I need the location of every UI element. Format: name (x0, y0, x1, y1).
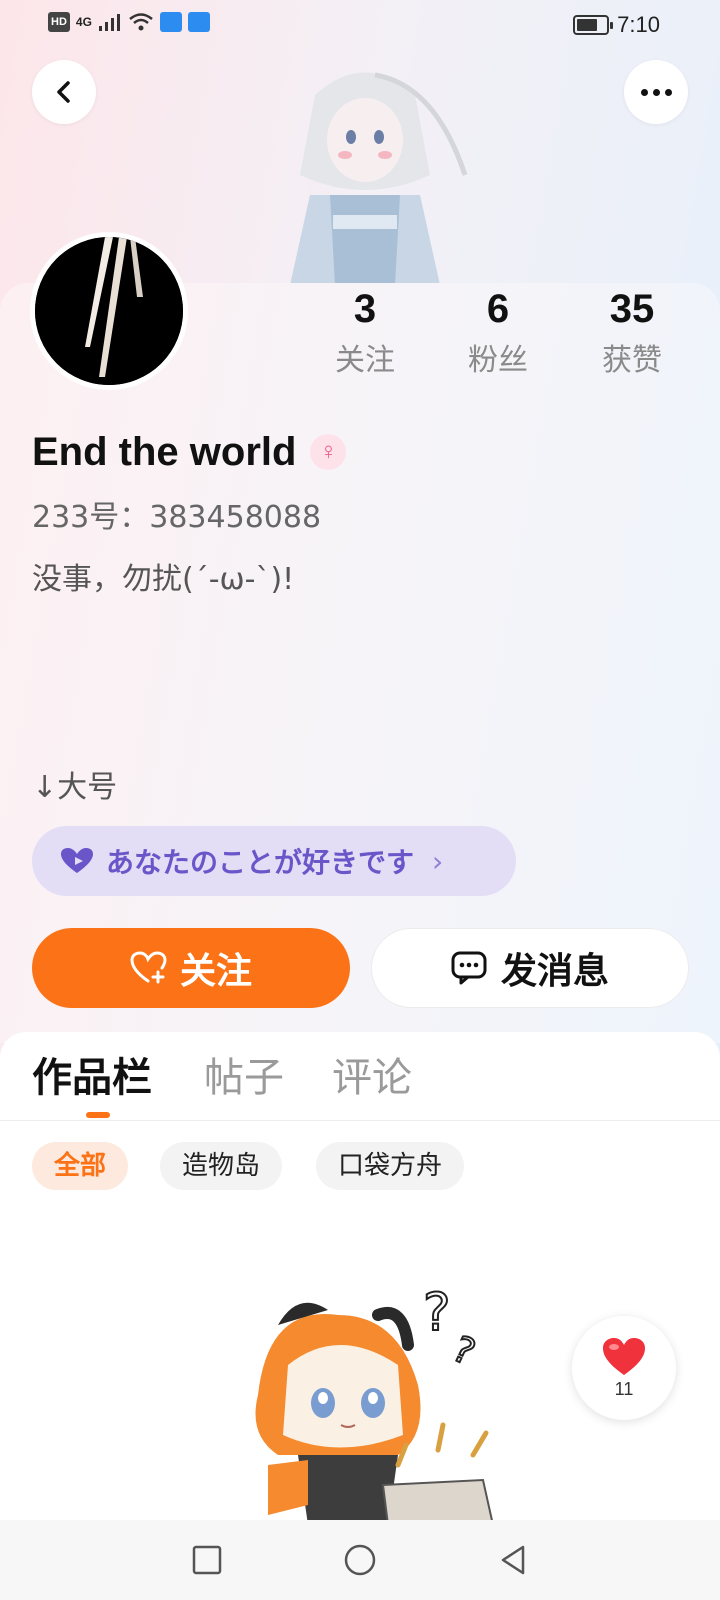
bio-text: 没事，勿扰(´-ω-`)! (32, 562, 295, 597)
female-gender-icon: ♀ (310, 434, 347, 470)
clock: 7:10 (617, 12, 660, 37)
heart-icon (61, 848, 93, 873)
more-dots-icon (640, 88, 672, 96)
filter-all[interactable]: 全部 (32, 1142, 129, 1190)
heart-plus-icon (130, 951, 167, 984)
more-options-button[interactable] (624, 60, 688, 124)
bio-text-secondary: ↓大号 (32, 770, 118, 805)
hd-indicator: HD (48, 12, 70, 32)
user-id: 233号：383458088 (32, 500, 322, 535)
svg-text:?: ? (423, 1285, 451, 1343)
avatar-image (35, 237, 183, 385)
recent-apps-icon[interactable] (191, 1544, 223, 1576)
status-left: HD 4G (48, 12, 210, 32)
wifi-icon (129, 13, 153, 31)
stat-value: 6 (486, 287, 510, 331)
weather-app-icon (187, 12, 210, 32)
stat-followers[interactable]: 6 粉丝 (438, 285, 558, 381)
follow-label: 关注 (179, 951, 252, 992)
empty-state-illustration: ? ? (255, 1285, 495, 1525)
stat-value: 35 (609, 287, 655, 331)
back-nav-icon[interactable] (497, 1544, 529, 1576)
signal-label: 4G (75, 15, 92, 29)
message-button[interactable]: 发消息 (371, 928, 689, 1008)
status-right: 7:10 (573, 12, 660, 38)
username-row: End the world ♀ (32, 428, 347, 476)
cover-character-image (290, 72, 468, 285)
avatar[interactable] (30, 232, 188, 390)
stat-label: 关注 (335, 343, 395, 378)
filter-pocket-ark[interactable]: 口袋方舟 (316, 1142, 465, 1190)
like-count: 11 (614, 1378, 634, 1399)
stat-likes[interactable]: 35 获赞 (572, 285, 692, 381)
system-navigation-bar (0, 1520, 720, 1600)
stat-label: 粉丝 (468, 343, 528, 378)
message-label: 发消息 (500, 951, 609, 992)
signal-icon (98, 14, 120, 31)
tag-text: あなたのことが好きです (106, 846, 415, 879)
username: End the world (32, 430, 297, 474)
chat-bubble-icon (451, 951, 487, 985)
battery-icon (573, 15, 614, 35)
svg-text:?: ? (446, 1329, 481, 1374)
tab-comments[interactable]: 评论 (332, 1050, 412, 1106)
stat-following[interactable]: 3 关注 (305, 285, 425, 381)
stat-label: 获赞 (602, 343, 662, 378)
home-icon[interactable] (343, 1543, 377, 1577)
follow-button[interactable]: 关注 (32, 928, 350, 1008)
filter-creation-island[interactable]: 造物岛 (160, 1142, 283, 1190)
back-button[interactable] (32, 60, 96, 124)
tab-posts[interactable]: 帖子 (204, 1050, 284, 1106)
app-notification-icon (159, 12, 182, 32)
tab-divider (0, 1120, 720, 1121)
chevron-left-icon (57, 81, 70, 103)
like-floating-button[interactable]: 11 (572, 1316, 676, 1420)
tab-works[interactable]: 作品栏 (32, 1050, 152, 1106)
status-bar: HD 4G 7:10 (0, 0, 720, 50)
profile-tag-pill[interactable]: あなたのことが好きです › (32, 826, 516, 896)
chevron-right-icon: › (432, 844, 444, 878)
heart-icon (603, 1337, 645, 1375)
stat-value: 3 (353, 287, 377, 331)
active-tab-indicator (86, 1112, 110, 1118)
